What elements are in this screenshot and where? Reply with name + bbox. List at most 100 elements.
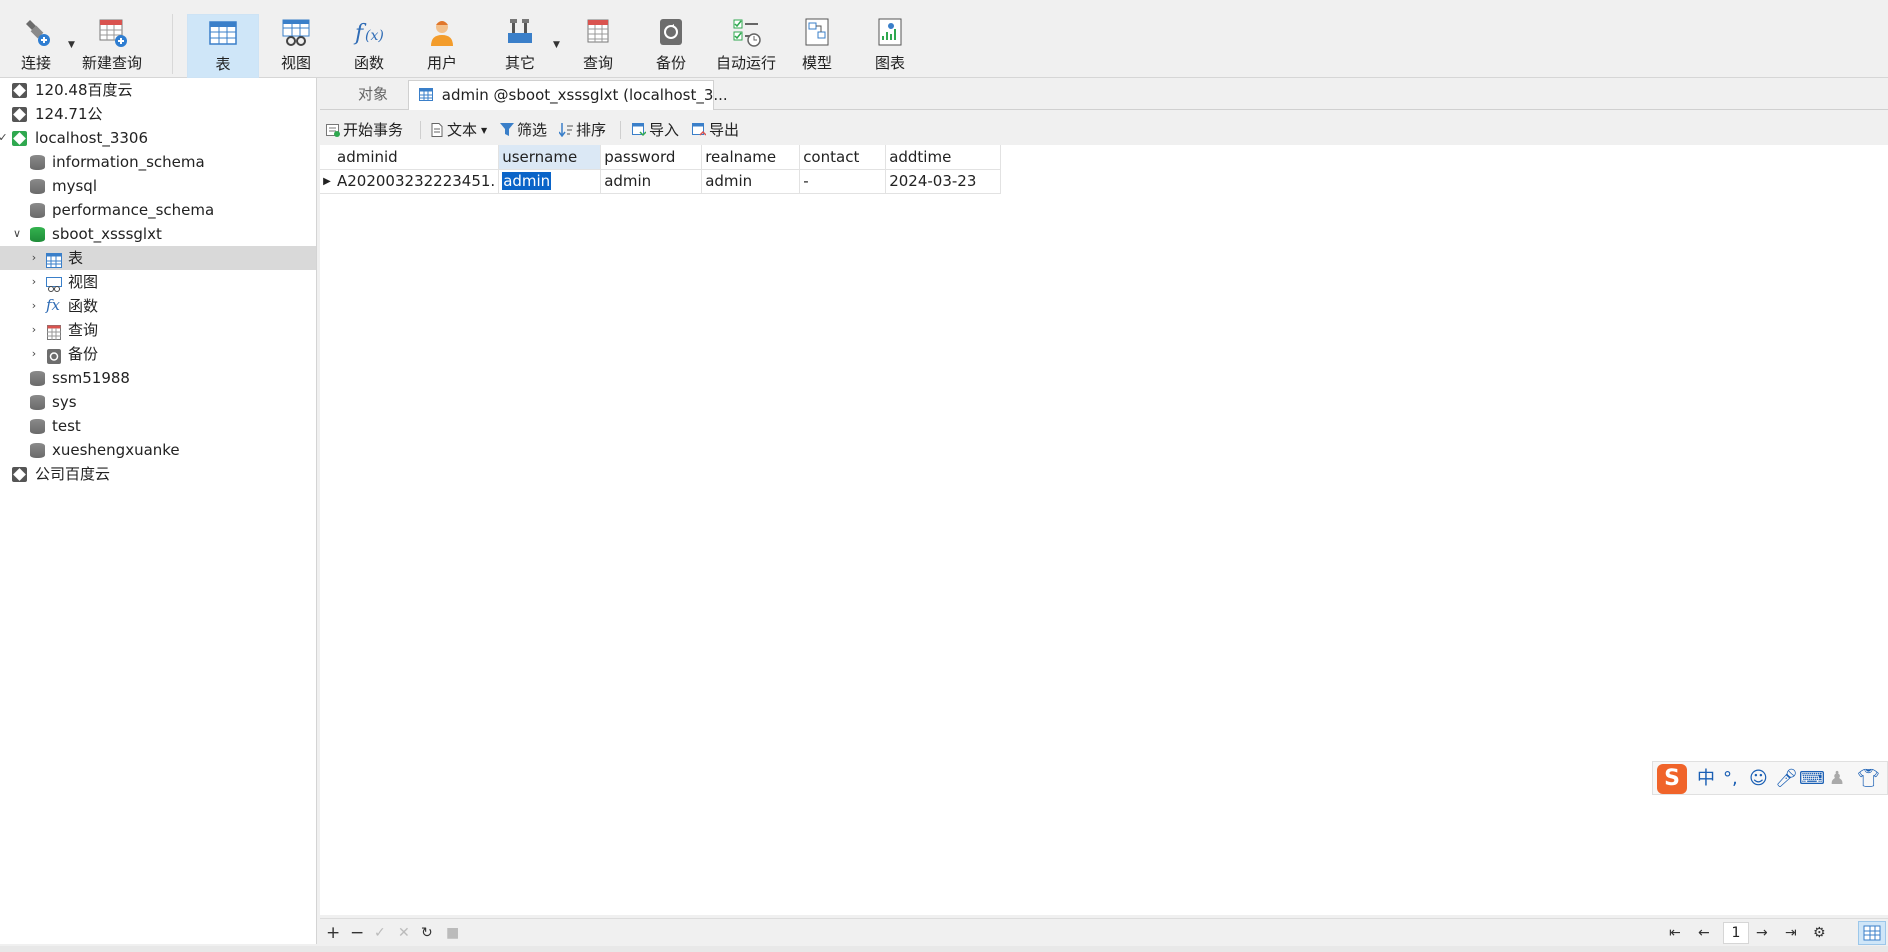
chart-button[interactable]: 图表 (854, 14, 926, 78)
cell-adminid[interactable]: A202003232223451. (334, 169, 500, 194)
table-row[interactable]: ▶ A202003232223451. admin admin admin - … (320, 169, 1002, 194)
next-page-icon[interactable]: → (1756, 923, 1768, 943)
keyboard-icon[interactable]: ⌨ (1799, 766, 1825, 792)
connect-button[interactable]: 连接 (0, 14, 72, 78)
new-query-icon (96, 16, 128, 48)
column-header-contact[interactable]: contact (799, 145, 887, 170)
tree-item-connection[interactable]: 124.71公 (0, 102, 316, 126)
cell-realname[interactable]: admin (701, 169, 801, 194)
export-button[interactable]: 导出 (692, 119, 739, 141)
chevron-down-icon[interactable]: ✓ (0, 126, 9, 150)
model-label: 模型 (801, 54, 832, 72)
tree-item-database[interactable]: information_schema (0, 150, 316, 174)
connection-icon (12, 107, 27, 122)
backup-icon (655, 16, 687, 48)
delete-record-icon[interactable]: − (350, 923, 364, 943)
cell-contact[interactable]: - (799, 169, 887, 194)
user-button[interactable]: 用户 (406, 14, 478, 78)
auto-run-button[interactable]: 自动运行 (708, 14, 784, 78)
stop-icon[interactable]: ■ (446, 923, 459, 943)
function-button[interactable]: f (x) 函数 (333, 14, 405, 78)
import-label: 导入 (649, 121, 680, 139)
cell-username[interactable]: admin (498, 169, 602, 194)
column-header-username[interactable]: username (498, 145, 602, 170)
query-icon (582, 16, 614, 48)
emoji-icon[interactable]: ☺ (1749, 766, 1768, 792)
add-record-icon[interactable]: + (326, 923, 340, 943)
column-header-adminid[interactable]: adminid (334, 145, 500, 170)
column-header-realname[interactable]: realname (701, 145, 801, 170)
view-button[interactable]: 视图 (260, 14, 332, 78)
discard-changes-icon[interactable]: ✕ (398, 923, 410, 943)
row-marker-header (320, 145, 334, 170)
new-query-button[interactable]: 新建查询 (76, 14, 148, 78)
microphone-icon[interactable]: 🎤︎ (1775, 766, 1798, 792)
skin-person-icon[interactable]: ♟ (1829, 766, 1845, 792)
column-header-password[interactable]: password (600, 145, 703, 170)
sort-button[interactable]: 排序 (558, 119, 606, 141)
cell-password[interactable]: admin (600, 169, 703, 194)
ime-mode-toggle[interactable]: 中 (1697, 766, 1715, 792)
filter-button[interactable]: 筛选 (500, 119, 547, 141)
chevron-down-icon[interactable]: ∨ (11, 222, 23, 246)
apply-changes-icon[interactable]: ✓ (374, 923, 386, 943)
tree-item-tables[interactable]: › 表 (0, 246, 316, 270)
tree-item-connection[interactable]: 公司百度云 (0, 462, 316, 486)
previous-page-icon[interactable]: ← (1698, 923, 1710, 943)
view-label: 视图 (280, 54, 311, 72)
tree-item-label: sys (52, 393, 77, 411)
chevron-right-icon[interactable]: › (28, 270, 40, 294)
shirt-skin-icon[interactable]: 👕︎ (1857, 766, 1880, 792)
tree-item-connection[interactable]: 120.48百度云 (0, 78, 316, 102)
tree-item-database[interactable]: sys (0, 390, 316, 414)
tab-objects[interactable]: 对象 (338, 80, 408, 110)
tree-item-database[interactable]: test (0, 414, 316, 438)
connect-dropdown-caret-icon[interactable]: ▼ (68, 40, 75, 50)
text-view-button[interactable]: 文本 ▼ (430, 119, 487, 141)
import-button[interactable]: 导入 (632, 119, 679, 141)
chevron-right-icon[interactable]: › (28, 342, 40, 366)
tree-item-database[interactable]: xueshengxuanke (0, 438, 316, 462)
tree-item-label: performance_schema (52, 201, 215, 219)
database-icon (30, 179, 45, 194)
chevron-right-icon[interactable]: › (28, 318, 40, 342)
cell-addtime[interactable]: 2024-03-23 (885, 169, 1002, 194)
ime-punctuation-toggle[interactable]: °, (1723, 766, 1738, 792)
tab-admin-table[interactable]: admin @sboot_xsssglxt (localhost_3... (408, 80, 728, 110)
page-number-field[interactable]: 1 (1723, 922, 1749, 944)
tree-item-label: information_schema (52, 153, 205, 171)
toolbar-divider (172, 14, 173, 74)
tree-item-database[interactable]: mysql (0, 174, 316, 198)
model-button[interactable]: 模型 (781, 14, 853, 78)
tree-item-queries[interactable]: › 查询 (0, 318, 316, 342)
tree-item-label: xueshengxuanke (52, 441, 180, 459)
query-label: 查询 (582, 54, 613, 72)
settings-gear-icon[interactable]: ⚙ (1813, 923, 1826, 943)
table-button[interactable]: 表 (187, 14, 259, 78)
import-icon (632, 121, 647, 137)
refresh-icon[interactable]: ↻ (421, 923, 433, 943)
tree-item-database[interactable]: ∨ sboot_xsssglxt (0, 222, 316, 246)
tree-item-functions[interactable]: › fx 函数 (0, 294, 316, 318)
tree-item-views[interactable]: › 视图 (0, 270, 316, 294)
tree-item-database[interactable]: ssm51988 (0, 366, 316, 390)
others-button[interactable]: 其它 (484, 14, 556, 78)
others-dropdown-caret-icon[interactable]: ▼ (553, 40, 560, 50)
column-header-addtime[interactable]: addtime (885, 145, 1002, 170)
tree-item-connection[interactable]: ✓ localhost_3306 (0, 126, 316, 150)
sogou-logo-icon[interactable]: S (1657, 764, 1687, 794)
chevron-right-icon[interactable]: › (28, 246, 40, 270)
grid-view-toggle[interactable] (1858, 921, 1886, 945)
database-icon (30, 203, 45, 218)
query-button[interactable]: 查询 (562, 14, 634, 78)
last-page-icon[interactable]: ⇥ (1785, 923, 1797, 943)
begin-transaction-button[interactable]: 开始事务 (326, 119, 403, 141)
others-label: 其它 (504, 54, 535, 72)
backup-button[interactable]: 备份 (635, 14, 707, 78)
first-page-icon[interactable]: ⇤ (1669, 923, 1681, 943)
connection-open-icon (12, 131, 27, 146)
toolbar-divider (620, 121, 621, 139)
tree-item-backups[interactable]: › 备份 (0, 342, 316, 366)
chevron-right-icon[interactable]: › (28, 294, 40, 318)
tree-item-database[interactable]: performance_schema (0, 198, 316, 222)
